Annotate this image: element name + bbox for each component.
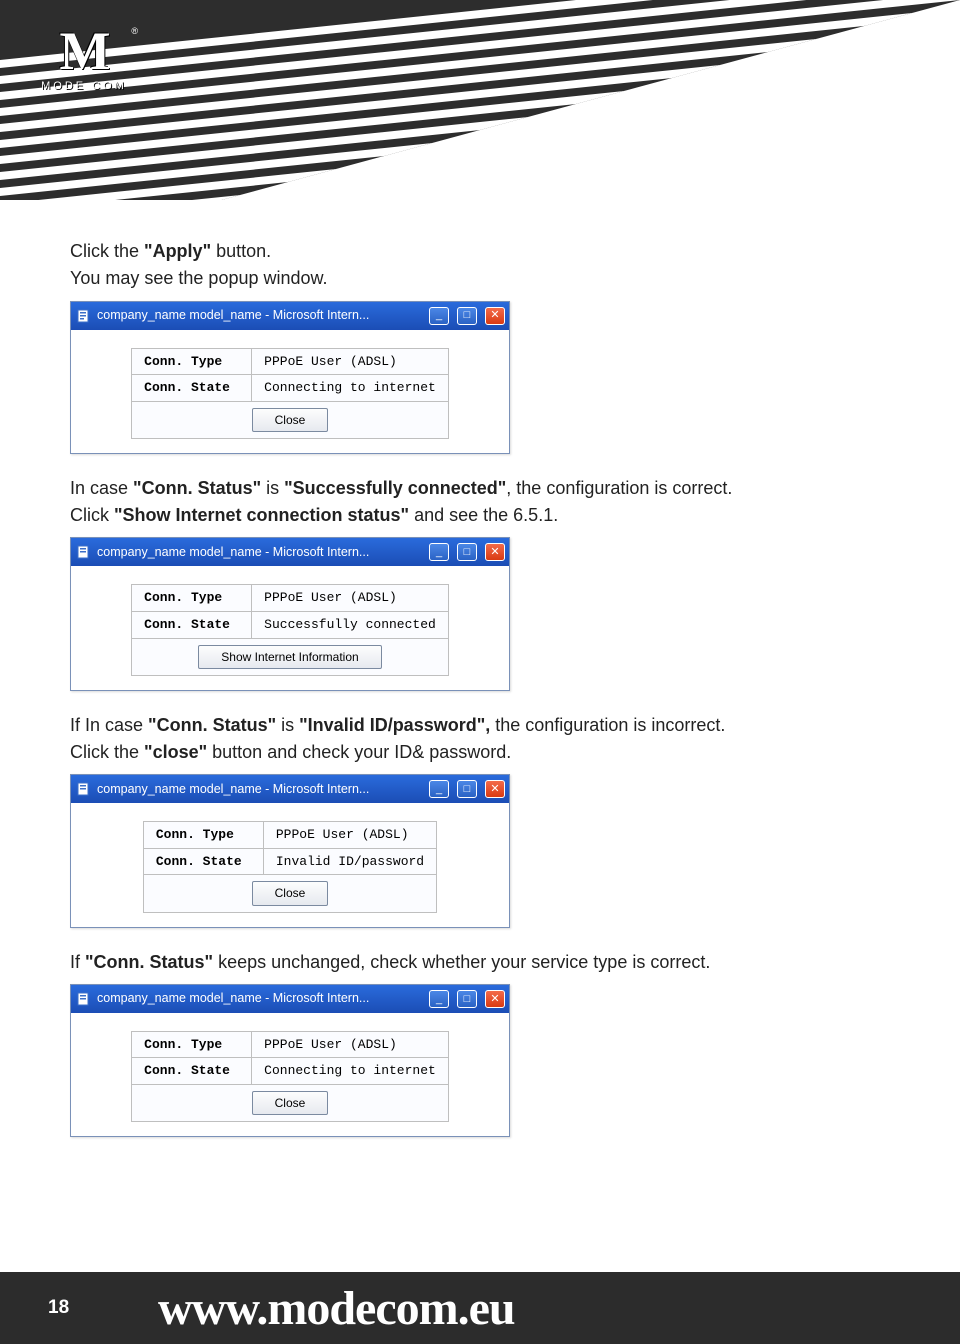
table-row: Conn. State Connecting to internet bbox=[132, 375, 449, 402]
table-row: Conn. Type PPPoE User (ADSL) bbox=[132, 585, 449, 612]
table-row: Conn. Type PPPoE User (ADSL) bbox=[132, 1031, 449, 1058]
popup-success: company_name model_name - Microsoft Inte… bbox=[70, 537, 510, 690]
ie-page-icon bbox=[77, 992, 91, 1006]
para-success: In case "Conn. Status" is "Successfully … bbox=[70, 476, 890, 500]
table-row: Conn. Type PPPoE User (ADSL) bbox=[143, 822, 436, 849]
para-invalid: If In case "Conn. Status" is "Invalid ID… bbox=[70, 713, 890, 737]
para-apply: Click the "Apply" button. bbox=[70, 239, 890, 263]
ie-page-icon bbox=[77, 782, 91, 796]
para-showstatus: Click "Show Internet connection status" … bbox=[70, 503, 890, 527]
connection-table: Conn. Type PPPoE User (ADSL) Conn. State… bbox=[131, 348, 449, 439]
connection-table: Conn. Type PPPoE User (ADSL) Conn. State… bbox=[131, 584, 449, 675]
table-row: Close bbox=[143, 875, 436, 912]
ie-page-icon bbox=[77, 545, 91, 559]
popup-titlebar: company_name model_name - Microsoft Inte… bbox=[71, 985, 509, 1013]
conn-state-value: Successfully connected bbox=[252, 612, 449, 639]
logo-name: MODE COM bbox=[34, 80, 134, 92]
minimize-button[interactable]: _ bbox=[429, 990, 449, 1008]
popup-connecting-again: company_name model_name - Microsoft Inte… bbox=[70, 984, 510, 1137]
connection-table: Conn. Type PPPoE User (ADSL) Conn. State… bbox=[143, 821, 437, 912]
para-checkpw: Click the "close" button and check your … bbox=[70, 740, 890, 764]
conn-type-label: Conn. Type bbox=[132, 348, 252, 375]
minimize-button[interactable]: _ bbox=[429, 543, 449, 561]
conn-type-label: Conn. Type bbox=[132, 585, 252, 612]
conn-state-label: Conn. State bbox=[132, 612, 252, 639]
popup-connecting: company_name model_name - Microsoft Inte… bbox=[70, 301, 510, 454]
page-footer: 18 www.modecom.eu bbox=[0, 1272, 960, 1344]
popup-title-text: company_name model_name - Microsoft Inte… bbox=[97, 307, 421, 324]
popup-invalid: company_name model_name - Microsoft Inte… bbox=[70, 774, 510, 927]
brand-logo: ® M MODE COM bbox=[34, 24, 134, 94]
close-button[interactable]: Close bbox=[252, 881, 329, 905]
table-row: Conn. State Invalid ID/password bbox=[143, 848, 436, 875]
conn-state-label: Conn. State bbox=[132, 1058, 252, 1085]
conn-type-label: Conn. Type bbox=[143, 822, 263, 849]
window-close-button[interactable]: ✕ bbox=[485, 990, 505, 1008]
popup-titlebar: company_name model_name - Microsoft Inte… bbox=[71, 302, 509, 330]
para-popup: You may see the popup window. bbox=[70, 266, 890, 290]
popup-titlebar: company_name model_name - Microsoft Inte… bbox=[71, 538, 509, 566]
conn-type-value: PPPoE User (ADSL) bbox=[252, 585, 449, 612]
table-row: Show Internet Information bbox=[132, 638, 449, 675]
minimize-button[interactable]: _ bbox=[429, 307, 449, 325]
conn-state-label: Conn. State bbox=[132, 375, 252, 402]
popup-title-text: company_name model_name - Microsoft Inte… bbox=[97, 990, 421, 1007]
popup-titlebar: company_name model_name - Microsoft Inte… bbox=[71, 775, 509, 803]
close-button[interactable]: Close bbox=[252, 1091, 329, 1115]
conn-state-value: Connecting to internet bbox=[252, 375, 449, 402]
table-row: Conn. State Connecting to internet bbox=[132, 1058, 449, 1085]
conn-state-value: Connecting to internet bbox=[252, 1058, 449, 1085]
show-internet-info-button[interactable]: Show Internet Information bbox=[198, 645, 381, 669]
popup-title-text: company_name model_name - Microsoft Inte… bbox=[97, 781, 421, 798]
conn-type-value: PPPoE User (ADSL) bbox=[252, 1031, 449, 1058]
window-close-button[interactable]: ✕ bbox=[485, 307, 505, 325]
popup-title-text: company_name model_name - Microsoft Inte… bbox=[97, 544, 421, 561]
registered-mark: ® bbox=[131, 26, 138, 36]
window-close-button[interactable]: ✕ bbox=[485, 543, 505, 561]
maximize-button[interactable]: □ bbox=[457, 543, 477, 561]
conn-type-value: PPPoE User (ADSL) bbox=[252, 348, 449, 375]
conn-state-label: Conn. State bbox=[143, 848, 263, 875]
minimize-button[interactable]: _ bbox=[429, 780, 449, 798]
table-row: Close bbox=[132, 1085, 449, 1122]
table-row: Conn. Type PPPoE User (ADSL) bbox=[132, 348, 449, 375]
maximize-button[interactable]: □ bbox=[457, 990, 477, 1008]
logo-mark: M bbox=[34, 24, 134, 78]
maximize-button[interactable]: □ bbox=[457, 780, 477, 798]
page-number: 18 bbox=[48, 1297, 98, 1319]
table-row: Conn. State Successfully connected bbox=[132, 612, 449, 639]
connection-table: Conn. Type PPPoE User (ADSL) Conn. State… bbox=[131, 1031, 449, 1122]
footer-url: www.modecom.eu bbox=[158, 1281, 515, 1336]
conn-type-label: Conn. Type bbox=[132, 1031, 252, 1058]
ie-page-icon bbox=[77, 309, 91, 323]
para-unchanged: If "Conn. Status" keeps unchanged, check… bbox=[70, 950, 890, 974]
maximize-button[interactable]: □ bbox=[457, 307, 477, 325]
header-stripes bbox=[0, 0, 960, 200]
close-button[interactable]: Close bbox=[252, 408, 329, 432]
page-content: Click the "Apply" button. You may see th… bbox=[70, 236, 890, 1159]
table-row: Close bbox=[132, 401, 449, 438]
window-close-button[interactable]: ✕ bbox=[485, 780, 505, 798]
conn-state-value: Invalid ID/password bbox=[263, 848, 436, 875]
conn-type-value: PPPoE User (ADSL) bbox=[263, 822, 436, 849]
